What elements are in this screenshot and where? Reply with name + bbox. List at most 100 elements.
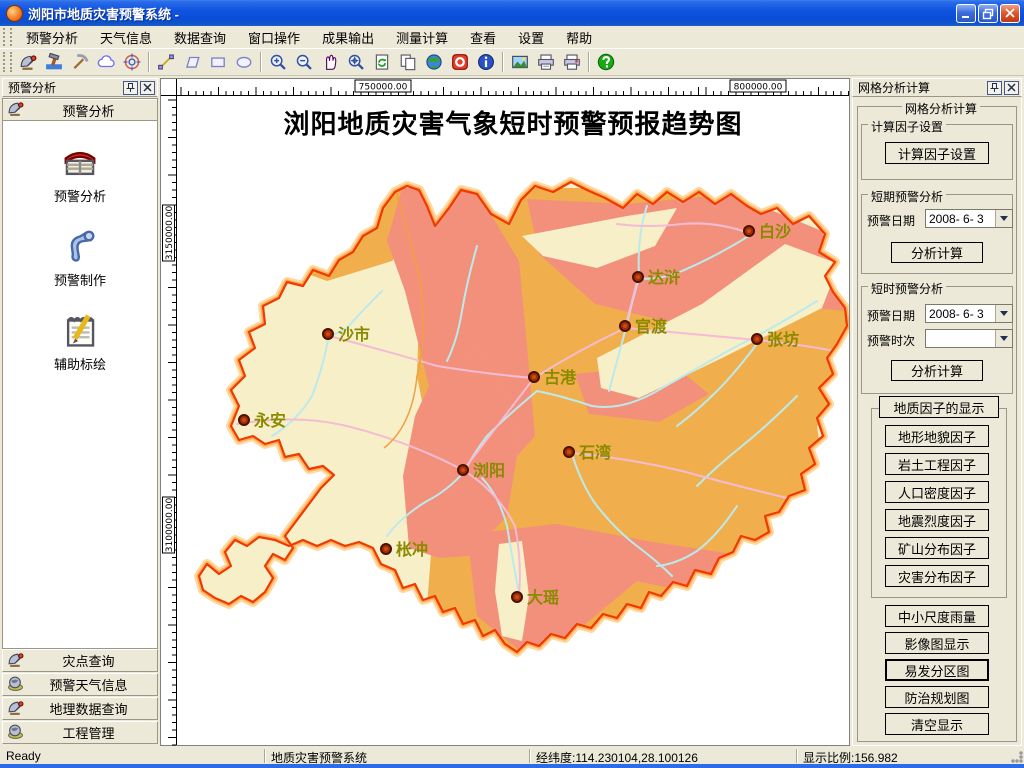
horizontal-ruler: 750000.00800000.00 [177,79,849,96]
place-label: 永安 [253,411,286,430]
sidebar-item-3[interactable]: 辅助标绘 [3,311,157,373]
target-icon[interactable] [120,51,144,74]
info-icon[interactable] [474,51,498,74]
nowcast-time-combo[interactable] [925,329,1013,348]
rectangle-icon[interactable] [206,51,230,74]
sidebar-bar-4[interactable]: 工程管理 [2,721,158,744]
close-button[interactable] [1000,4,1020,23]
map-title: 浏阳地质灾害气象短时预警预报趋势图 [177,104,849,141]
zoom-out-icon[interactable] [292,51,316,74]
map-viewport[interactable]: 沙市永安白沙达浒官渡张坊古港石湾浏阳枨冲大瑶 浏阳地质灾害气象短时预警预报趋势图 [177,96,849,745]
line-icon[interactable] [154,51,178,74]
svg-text:800000.00: 800000.00 [734,83,783,93]
close-icon[interactable] [140,81,155,95]
maximize-button[interactable] [978,4,998,23]
ellipse-icon[interactable] [232,51,256,74]
chevron-down-icon[interactable] [995,330,1012,347]
toolbar-separator [148,52,150,72]
satellite-dish-icon[interactable] [16,51,40,74]
sidebar-bar-label: 地理数据查询 [24,699,153,718]
short-term-date-combo[interactable]: 2008- 6- 3 [925,209,1013,228]
sidebar-bar-3[interactable]: 地理数据查询 [2,697,158,720]
place-label: 浏阳 [473,461,505,480]
factor-setting-button[interactable]: 计算因子设置 [885,142,989,164]
resize-grip-icon[interactable] [1011,751,1023,763]
polygon-icon[interactable] [180,51,204,74]
nowcast-date-combo[interactable]: 2008- 6- 3 [925,304,1013,323]
sidebar-item-1[interactable]: 预警分析 [3,143,157,205]
factor-button-5[interactable]: 矿山分布因子 [885,537,989,559]
pan-icon[interactable] [318,51,342,74]
display-button-1[interactable]: 中小尺度雨量 [885,605,989,627]
nowcast-analyze-button[interactable]: 分析计算 [891,360,983,381]
toolbar-separator [260,52,262,72]
menu-item-9[interactable]: 帮助 [555,25,603,50]
factor-button-3[interactable]: 人口密度因子 [885,481,989,503]
toolbar-grip[interactable] [3,52,12,73]
book-icon [61,143,99,181]
menu-item-4[interactable]: 窗口操作 [237,25,311,50]
factor-button-1[interactable]: 地形地貌因子 [885,425,989,447]
pin-icon[interactable] [987,81,1002,95]
satellite-dish-icon [7,651,24,671]
status-item-1: Ready [6,749,41,763]
factor-button-2[interactable]: 岩土工程因子 [885,453,989,475]
zoom-in-icon[interactable] [266,51,290,74]
sidebar-bar-label: 灾点查询 [24,651,153,670]
refresh-icon[interactable] [370,51,394,74]
short-term-analyze-button[interactable]: 分析计算 [891,242,983,263]
display-button-4[interactable]: 防治规划图 [885,686,989,708]
zoom-extent-icon[interactable] [344,51,368,74]
satellite-dish-icon [7,699,24,719]
image-icon[interactable] [508,51,532,74]
grid-analysis-group-label: 网格分析计算 [902,100,980,117]
cloud-icon[interactable] [94,51,118,74]
print-preview-icon[interactable] [560,51,584,74]
menu-grip[interactable] [3,28,12,46]
factor-button-6[interactable]: 灾害分布因子 [885,565,989,587]
display-button-3[interactable]: 易发分区图 [885,659,989,681]
menu-bar: 预警分析天气信息数据查询窗口操作成果输出测量计算查看设置帮助 [0,26,1024,49]
toolbar [0,49,1024,76]
stop-icon[interactable] [448,51,472,74]
sidebar-bar-label: 预警天气信息 [24,675,153,694]
sidebar-bar-1[interactable]: 灾点查询 [2,649,158,672]
menu-item-7[interactable]: 查看 [459,25,507,50]
globe-icon[interactable] [422,51,446,74]
status-separator [264,749,266,763]
minimize-button[interactable] [956,4,976,23]
menu-item-6[interactable]: 测量计算 [385,25,459,50]
sidebar-item-label: 预警分析 [3,186,157,205]
print-icon[interactable] [534,51,558,74]
menu-item-2[interactable]: 天气信息 [89,25,163,50]
place-label: 枨冲 [396,540,428,559]
menu-item-1[interactable]: 预警分析 [15,25,89,50]
help-icon[interactable] [594,51,618,74]
menu-item-5[interactable]: 成果输出 [311,25,385,50]
nowcast-time-row: 预警时次 [867,332,915,349]
menu-item-3[interactable]: 数据查询 [163,25,237,50]
nowcast-legend: 短时预警分析 [868,280,946,297]
place-label: 张坊 [767,330,799,349]
display-button-5[interactable]: 清空显示 [885,713,989,735]
map-window: 750000.00800000.00 3150000.003100000.00 … [160,78,850,746]
map-canvas[interactable]: 沙市永安白沙达浒官渡张坊古港石湾浏阳枨冲大瑶 [177,96,849,745]
pin-icon[interactable] [123,81,138,95]
factor-button-4[interactable]: 地震烈度因子 [885,509,989,531]
chevron-down-icon[interactable] [995,210,1012,227]
right-panel: 网格分析计算 网格分析计算 计算因子设置 计算因子设置 短期预警分析 预警日期 … [852,78,1022,746]
sidebar-item-2[interactable]: 预警制作 [3,227,157,289]
pick-icon[interactable] [68,51,92,74]
sidebar-bar-2[interactable]: 预警天气信息 [2,673,158,696]
left-section-header[interactable]: 预警分析 [3,99,157,121]
menu-item-8[interactable]: 设置 [507,25,555,50]
close-icon[interactable] [1004,81,1019,95]
copy-icon[interactable] [396,51,420,74]
nowcast-date-label: 预警日期 [867,307,915,324]
display-button-2[interactable]: 影像图显示 [885,632,989,654]
hammer-icon[interactable] [42,51,66,74]
factor-display-header-button[interactable]: 地质因子的显示 [879,396,999,418]
sidebar-bar-label: 工程管理 [24,723,153,742]
chevron-down-icon[interactable] [995,305,1012,322]
globe-stack-icon [7,723,24,743]
